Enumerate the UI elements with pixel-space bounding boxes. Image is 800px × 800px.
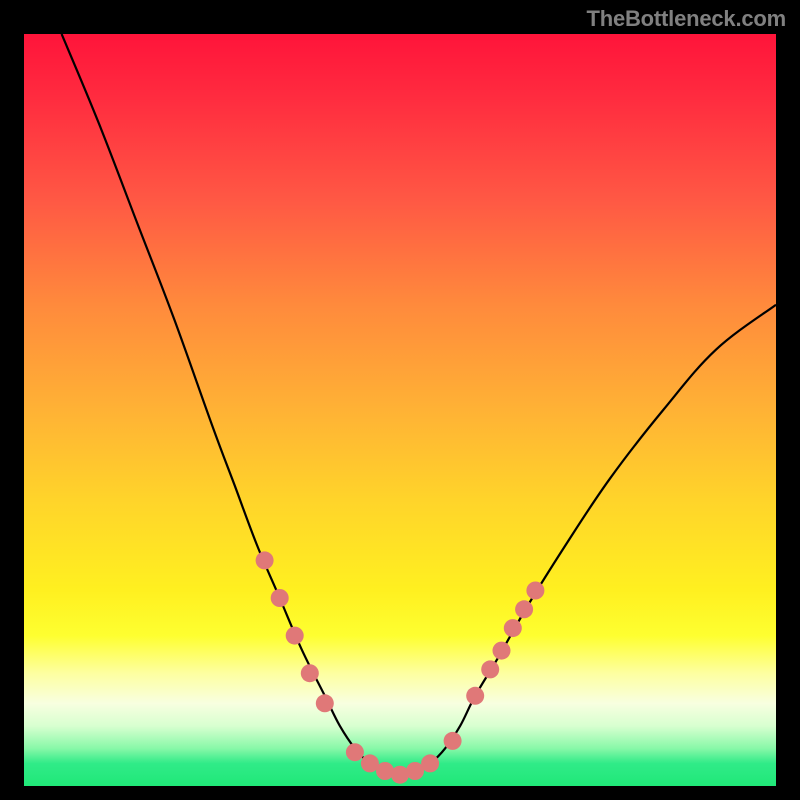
data-marker bbox=[376, 762, 394, 780]
data-marker bbox=[444, 732, 462, 750]
data-marker bbox=[526, 582, 544, 600]
data-markers bbox=[256, 551, 545, 783]
data-marker bbox=[391, 766, 409, 784]
bottleneck-curve bbox=[62, 34, 776, 775]
data-marker bbox=[256, 551, 274, 569]
data-marker bbox=[481, 660, 499, 678]
data-marker bbox=[493, 642, 511, 660]
data-marker bbox=[286, 627, 304, 645]
data-marker bbox=[271, 589, 289, 607]
data-marker bbox=[515, 600, 533, 618]
plot-area bbox=[24, 34, 776, 786]
data-marker bbox=[346, 743, 364, 761]
data-marker bbox=[504, 619, 522, 637]
data-marker bbox=[466, 687, 484, 705]
data-marker bbox=[421, 754, 439, 772]
attribution-text: TheBottleneck.com bbox=[586, 6, 786, 32]
data-marker bbox=[301, 664, 319, 682]
data-marker bbox=[316, 694, 334, 712]
curve-svg bbox=[24, 34, 776, 786]
chart-frame: TheBottleneck.com bbox=[0, 0, 800, 800]
